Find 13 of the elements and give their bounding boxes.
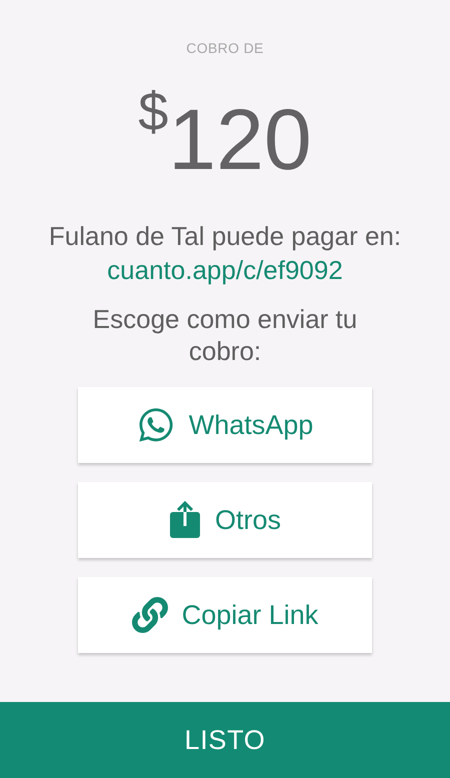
link-icon [132, 597, 168, 633]
amount: 120 [168, 97, 312, 183]
payment-message: Fulano de Tal puede pagar en: [48, 220, 402, 253]
share-option-button[interactable]: WhatsApp [78, 387, 372, 463]
currency-symbol: $ [138, 85, 168, 139]
share-option-button[interactable]: Copiar Link [78, 577, 372, 653]
share-option-button[interactable]: Otros [78, 482, 372, 558]
done-button[interactable]: LISTO [0, 702, 450, 778]
send-prompt: Escoge como enviar tu cobro: [92, 303, 358, 367]
payment-link[interactable]: cuanto.app/c/ef9092 [107, 253, 343, 287]
share-icon [168, 500, 201, 540]
whatsapp-icon [136, 406, 175, 444]
header-label: COBRO DE [186, 39, 264, 58]
